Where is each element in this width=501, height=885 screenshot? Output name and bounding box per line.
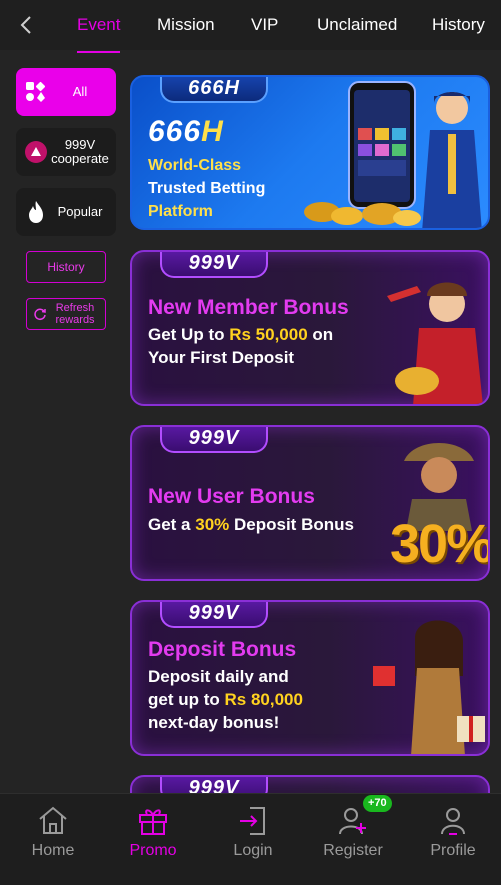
brand-tab: 666H bbox=[160, 77, 268, 103]
refresh-icon bbox=[34, 308, 46, 321]
banner-highlight: 30% bbox=[195, 515, 230, 534]
back-button[interactable] bbox=[12, 11, 40, 39]
banner-title: Deposit Bonus bbox=[148, 638, 297, 661]
banner-title: New User Bonus bbox=[148, 485, 315, 508]
history-button[interactable]: History bbox=[26, 251, 106, 283]
gold-coins-illustration bbox=[304, 202, 421, 226]
promo-banner-new-member[interactable]: 999V New Member Bonus Get Up to Rs 50,00… bbox=[130, 250, 490, 406]
banner-text: get up to bbox=[148, 690, 225, 709]
gift-icon bbox=[139, 809, 167, 835]
banner-line: Get Up to Rs 50,000 on bbox=[148, 325, 333, 345]
bottom-nav: Home Promo Login Register +70 Profile bbox=[0, 793, 501, 885]
banner-line: get up to Rs 80,000 bbox=[148, 690, 303, 710]
sidebar-item-all[interactable]: All bbox=[16, 68, 116, 116]
sidebar-item-label: 999V cooperate bbox=[51, 137, 109, 166]
banner-title: New Member Bonus bbox=[148, 296, 349, 319]
register-bonus-badge: +70 bbox=[363, 795, 392, 812]
brand-logo: 666H bbox=[148, 115, 224, 149]
promo-screen: Event Mission VIP Unclaimed History All … bbox=[0, 0, 501, 885]
banner-line: next-day bonus! bbox=[148, 713, 280, 732]
999v-logo-icon bbox=[24, 140, 48, 164]
chevron-left-icon bbox=[20, 16, 31, 34]
history-button-label: History bbox=[47, 260, 85, 274]
banner-text: Deposit Bonus bbox=[229, 515, 354, 534]
tab-mission[interactable]: Mission bbox=[157, 0, 215, 50]
nav-login[interactable]: Login bbox=[203, 794, 303, 885]
banner-highlight: Rs 80,000 bbox=[224, 690, 303, 709]
banner-line: World-Class bbox=[148, 157, 242, 174]
nav-label: Register bbox=[323, 842, 383, 859]
tab-vip[interactable]: VIP bbox=[251, 0, 278, 50]
banner-line: Platform bbox=[148, 203, 213, 220]
nav-profile[interactable]: Profile bbox=[403, 794, 501, 885]
brand-tab: 999V bbox=[160, 252, 268, 278]
grid-suits-icon bbox=[24, 80, 48, 104]
top-tab-bar: Event Mission VIP Unclaimed History bbox=[0, 0, 501, 53]
tab-history[interactable]: History bbox=[432, 0, 485, 50]
nav-home[interactable]: Home bbox=[3, 794, 103, 885]
promo-banner-666h[interactable]: 666H 666H World-Class Trusted Betting Pl… bbox=[130, 75, 490, 230]
login-icon bbox=[240, 807, 265, 835]
nav-register[interactable]: Register +70 bbox=[303, 794, 403, 885]
brand-logo-number: 666 bbox=[148, 115, 202, 148]
banner-highlight: Rs 50,000 bbox=[229, 325, 308, 344]
sidebar-item-popular[interactable]: Popular bbox=[16, 188, 116, 236]
promo-banner-deposit[interactable]: 999V Deposit Bonus Deposit daily and get… bbox=[130, 600, 490, 756]
banner-line: Trusted Betting bbox=[148, 180, 266, 197]
nav-label: Promo bbox=[129, 842, 177, 859]
nav-label: Home bbox=[31, 842, 75, 859]
profile-icon bbox=[441, 808, 465, 835]
home-icon bbox=[39, 806, 67, 834]
banner-text: Get Up to bbox=[148, 325, 230, 344]
promo-banner-new-user[interactable]: 999V New User Bonus Get a 30% Deposit Bo… bbox=[130, 425, 490, 581]
flame-icon bbox=[24, 200, 48, 224]
nav-label: Login bbox=[233, 842, 273, 859]
sidebar-item-999v-cooperate[interactable]: 999V cooperate bbox=[16, 128, 116, 176]
woman-gifts-illustration bbox=[373, 620, 485, 754]
refresh-rewards-label: Refresh rewards bbox=[55, 302, 95, 326]
sidebar-item-label: Popular bbox=[57, 204, 103, 219]
nav-label: Profile bbox=[430, 842, 476, 859]
banner-line: Get a 30% Deposit Bonus bbox=[148, 515, 354, 535]
tab-event[interactable]: Event bbox=[77, 0, 121, 53]
sidebar-item-label: All bbox=[72, 84, 88, 99]
brand-tab: 999V bbox=[160, 427, 268, 453]
big-percent-graphic: 30% bbox=[390, 514, 490, 574]
brand-tab: 999V bbox=[160, 602, 268, 628]
brand-logo-letter: H bbox=[201, 115, 224, 148]
aviator-illustration bbox=[387, 282, 483, 404]
tab-unclaimed[interactable]: Unclaimed bbox=[317, 0, 397, 50]
pilot-illustration bbox=[422, 92, 482, 228]
banner-text: Get a bbox=[148, 515, 196, 534]
banner-text: on bbox=[307, 325, 334, 344]
refresh-rewards-button[interactable]: Refresh rewards bbox=[26, 298, 106, 330]
banner-line: Deposit daily and bbox=[148, 667, 289, 686]
banner-line: Your First Deposit bbox=[148, 348, 295, 367]
nav-promo[interactable]: Promo bbox=[103, 794, 203, 885]
